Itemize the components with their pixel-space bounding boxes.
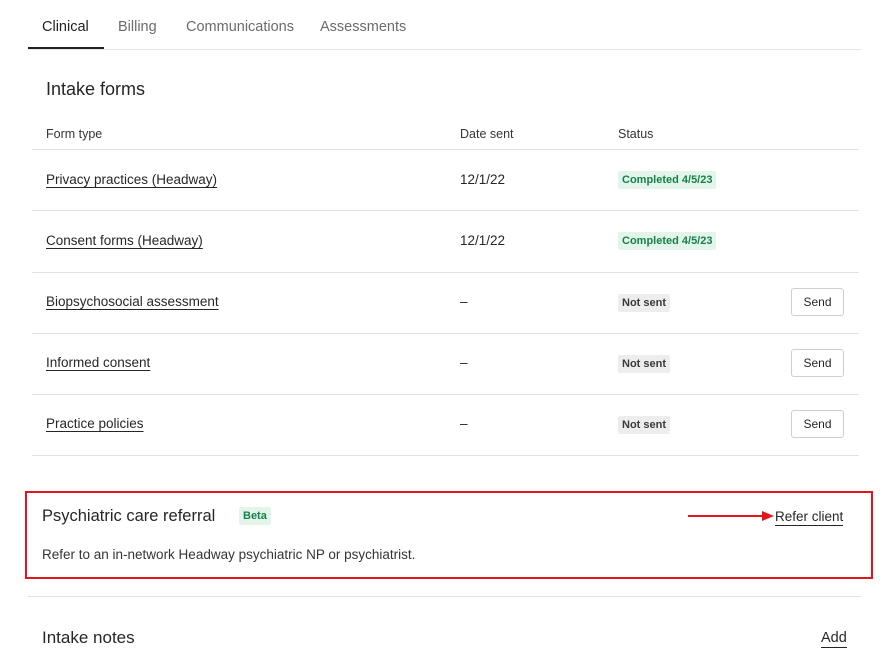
status-badge: Not sent (618, 294, 670, 312)
tab-clinical[interactable]: Clinical (42, 19, 89, 35)
table-divider (32, 149, 859, 150)
table-divider (32, 210, 859, 211)
beta-badge: Beta (239, 507, 271, 525)
active-tab-indicator (28, 47, 104, 49)
date-sent: – (460, 355, 468, 370)
date-sent: 12/1/22 (460, 172, 506, 187)
date-sent: – (460, 416, 468, 431)
add-intake-note-link[interactable]: Add (821, 630, 847, 648)
psychiatric-referral-card: Psychiatric care referral Beta Refer to … (25, 491, 873, 579)
send-button[interactable]: Send (791, 349, 844, 377)
tab-billing[interactable]: Billing (118, 19, 157, 35)
table-divider (32, 272, 859, 273)
form-link-biopsychosocial-assessment[interactable]: Biopsychosocial assessment (46, 294, 219, 309)
arrow-right-icon (688, 511, 774, 521)
form-link-practice-policies[interactable]: Practice policies (46, 416, 144, 431)
table-divider (32, 455, 859, 456)
send-button[interactable]: Send (791, 410, 844, 438)
table-divider (32, 394, 859, 395)
referral-description: Refer to an in-network Headway psychiatr… (42, 547, 416, 562)
table-divider (32, 333, 859, 334)
form-link-informed-consent[interactable]: Informed consent (46, 355, 150, 370)
status-badge: Not sent (618, 416, 670, 434)
section-divider (28, 596, 861, 597)
form-link-privacy-practices[interactable]: Privacy practices (Headway) (46, 172, 217, 187)
date-sent: 12/1/22 (460, 233, 506, 248)
column-header-date-sent: Date sent (460, 127, 514, 141)
tab-assessments[interactable]: Assessments (320, 19, 406, 35)
tab-bar: Clinical Billing Communications Assessme… (28, 0, 861, 50)
send-button[interactable]: Send (791, 288, 844, 316)
intake-forms-title: Intake forms (46, 79, 146, 99)
form-link-consent-forms[interactable]: Consent forms (Headway) (46, 233, 203, 248)
date-sent: – (460, 294, 468, 309)
refer-client-link[interactable]: Refer client (775, 509, 844, 526)
referral-title: Psychiatric care referral (42, 507, 216, 525)
status-badge: Completed 4/5/23 (618, 232, 717, 250)
status-badge: Completed 4/5/23 (618, 171, 717, 189)
status-badge: Not sent (618, 355, 670, 373)
column-header-form-type: Form type (46, 127, 103, 141)
intake-notes-title: Intake notes (42, 628, 135, 647)
tab-communications[interactable]: Communications (186, 19, 294, 35)
column-header-status: Status (618, 127, 654, 141)
